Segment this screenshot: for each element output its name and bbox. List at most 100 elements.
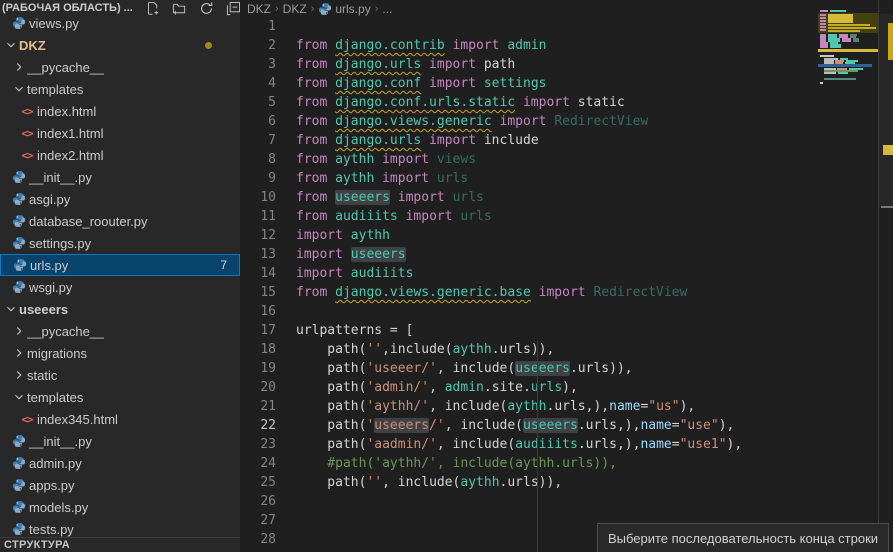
outline-section-header[interactable]: СТРУКТУРА: [0, 537, 240, 552]
tree-item--init-py[interactable]: __init__.py: [0, 166, 240, 188]
code-line-24[interactable]: 24 #path('aythh/', include(aythh.urls)),: [240, 454, 818, 473]
code-token[interactable]: path(: [296, 437, 366, 452]
code-token[interactable]: .urls,),: [547, 399, 610, 414]
code-token[interactable]: path(: [296, 380, 366, 395]
code-token[interactable]: import: [296, 266, 351, 281]
code-token[interactable]: /': [429, 418, 445, 433]
code-token[interactable]: from: [296, 76, 335, 91]
breadcrumb-item[interactable]: DKZ: [283, 2, 307, 16]
line-number[interactable]: 4: [240, 74, 276, 93]
code-line-26[interactable]: 26: [240, 492, 818, 511]
line-number[interactable]: 18: [240, 340, 276, 359]
code-token[interactable]: 'admin/': [366, 380, 429, 395]
line-number[interactable]: 17: [240, 321, 276, 340]
code-line-23[interactable]: 23 path('aadmin/', include(audiiits.urls…: [240, 435, 818, 454]
code-line-22[interactable]: 22 path('useeers/', include(useeers.urls…: [240, 416, 818, 435]
code-token[interactable]: import: [296, 228, 351, 243]
code-token[interactable]: '': [366, 475, 382, 490]
code-token[interactable]: "use": [680, 418, 719, 433]
tree-item-templates[interactable]: templates: [0, 78, 240, 100]
code-token[interactable]: aythh: [351, 228, 390, 243]
line-number[interactable]: 27: [240, 511, 276, 530]
code-line-25[interactable]: 25 path('', include(aythh.urls)),: [240, 473, 818, 492]
code-token[interactable]: path(: [296, 475, 366, 490]
tree-item-templates[interactable]: templates: [0, 386, 240, 408]
code-token[interactable]: django.urls: [335, 133, 421, 148]
code-token[interactable]: path(: [296, 361, 366, 376]
code-line-9[interactable]: 9 from aythh import urls: [240, 169, 818, 188]
tree-item-index-html[interactable]: <> index.html: [0, 100, 240, 122]
code-token[interactable]: aythh: [507, 399, 546, 414]
code-token[interactable]: name: [609, 399, 640, 414]
code-line-7[interactable]: 7 from django.urls import include: [240, 131, 818, 150]
code-line-14[interactable]: 14 import audiiits: [240, 264, 818, 283]
line-number[interactable]: 6: [240, 112, 276, 131]
code-line-11[interactable]: 11 from audiiits import urls: [240, 207, 818, 226]
code-token[interactable]: path: [484, 57, 515, 72]
code-token[interactable]: .urls)),: [500, 475, 563, 490]
code-token[interactable]: static: [578, 95, 625, 110]
new-folder-button[interactable]: [172, 0, 188, 16]
code-token[interactable]: ),: [562, 380, 578, 395]
overview-ruler-scrollbar[interactable]: [878, 0, 893, 552]
code-token[interactable]: '': [366, 342, 382, 357]
line-number[interactable]: 12: [240, 226, 276, 245]
code-token[interactable]: django.views.generic.base: [335, 285, 531, 300]
code-token[interactable]: , include(: [437, 437, 515, 452]
line-number[interactable]: 24: [240, 454, 276, 473]
code-token[interactable]: aythh: [453, 342, 492, 357]
line-number[interactable]: 7: [240, 131, 276, 150]
code-token[interactable]: from: [296, 190, 335, 205]
code-token[interactable]: urls: [453, 190, 484, 205]
code-token[interactable]: audiiits: [515, 437, 578, 452]
code-token[interactable]: django.contrib: [335, 38, 445, 53]
code-token[interactable]: urls: [460, 209, 491, 224]
line-number[interactable]: 22: [240, 416, 276, 435]
code-token[interactable]: name: [640, 437, 671, 452]
code-token[interactable]: .site.: [484, 380, 531, 395]
line-number[interactable]: 15: [240, 283, 276, 302]
line-number[interactable]: 26: [240, 492, 276, 511]
code-token[interactable]: aythh: [335, 171, 374, 186]
line-number[interactable]: 23: [240, 435, 276, 454]
tree-item-dkz[interactable]: DKZ: [0, 34, 240, 56]
code-token[interactable]: , include(: [382, 475, 460, 490]
tree-item-wsgi-py[interactable]: wsgi.py: [0, 276, 240, 298]
line-number[interactable]: 14: [240, 264, 276, 283]
tree-item-index1-html[interactable]: <> index1.html: [0, 122, 240, 144]
tree-item--init-py[interactable]: __init__.py: [0, 430, 240, 452]
code-token[interactable]: include: [484, 133, 539, 148]
code-line-15[interactable]: 15 from django.views.generic.base import…: [240, 283, 818, 302]
line-number[interactable]: 10: [240, 188, 276, 207]
tree-item-models-py[interactable]: models.py: [0, 496, 240, 518]
minimap[interactable]: [818, 0, 878, 552]
workspace-section-header[interactable]: (РАБОЧАЯ ОБЛАСТЬ) ...: [0, 0, 240, 16]
code-token[interactable]: from: [296, 57, 335, 72]
code-token[interactable]: from: [296, 133, 335, 148]
code-token[interactable]: admin: [445, 380, 484, 395]
code-token[interactable]: import: [421, 76, 484, 91]
code-token[interactable]: import: [296, 247, 351, 262]
line-number[interactable]: 21: [240, 397, 276, 416]
code-token[interactable]: import: [445, 38, 508, 53]
code-token[interactable]: .urls,),: [578, 418, 641, 433]
code-token[interactable]: from: [296, 152, 335, 167]
code-line-19[interactable]: 19 path('useeer/', include(useeers.urls)…: [240, 359, 818, 378]
code-token[interactable]: .urls)),: [492, 342, 555, 357]
code-token[interactable]: name: [640, 418, 671, 433]
code-token[interactable]: useeers: [515, 361, 570, 376]
code-line-13[interactable]: 13 import useeers: [240, 245, 818, 264]
code-token[interactable]: from: [296, 171, 335, 186]
line-number[interactable]: 25: [240, 473, 276, 492]
code-token[interactable]: path(: [296, 418, 366, 433]
refresh-button[interactable]: [199, 0, 215, 16]
code-token[interactable]: django.conf.urls.static: [335, 95, 515, 110]
line-number[interactable]: 19: [240, 359, 276, 378]
code-line-17[interactable]: 17 urlpatterns = [: [240, 321, 818, 340]
code-token[interactable]: urlpatterns = [: [296, 323, 413, 338]
code-token[interactable]: , include(: [437, 361, 515, 376]
code-token[interactable]: ),: [719, 418, 735, 433]
code-token[interactable]: useeers: [335, 190, 390, 205]
line-number[interactable]: 3: [240, 55, 276, 74]
code-token[interactable]: ,: [429, 380, 445, 395]
